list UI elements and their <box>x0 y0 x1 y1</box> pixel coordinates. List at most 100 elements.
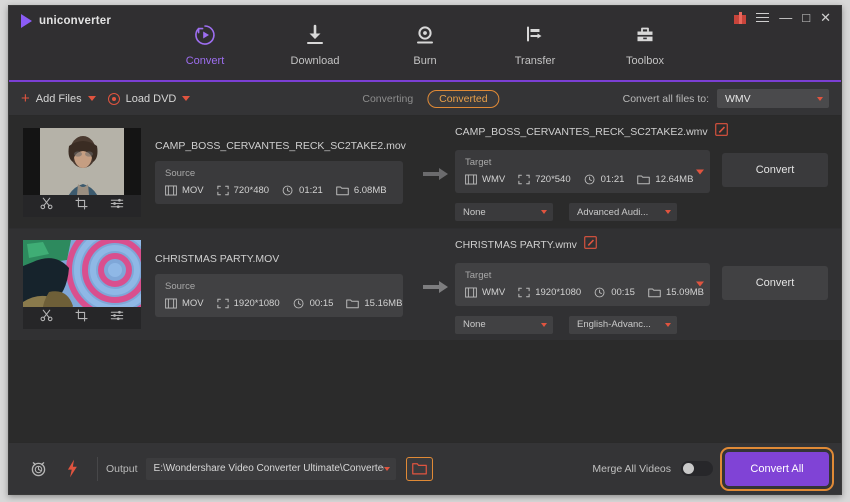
resolution-icon <box>216 185 229 196</box>
source-meta-card: Source MOV 1920*1080 00:15 15.16MB <box>155 273 403 317</box>
add-files-dropdown-caret-icon[interactable] <box>87 96 96 101</box>
trim-scissors-icon[interactable] <box>40 309 53 327</box>
nav-label-toolbox: Toolbox <box>626 55 664 67</box>
chevron-down-icon <box>665 322 671 327</box>
effects-sliders-icon[interactable] <box>110 197 124 215</box>
film-format-icon <box>165 297 177 309</box>
nav-item-convert[interactable]: Convert <box>168 22 242 95</box>
target-duration: 00:15 <box>594 287 635 298</box>
folder-icon <box>648 288 661 297</box>
edit-pencil-icon[interactable] <box>584 235 597 254</box>
merge-all-videos-control: Merge All Videos <box>592 461 713 476</box>
video-thumbnail[interactable] <box>23 127 141 217</box>
nav-label-convert: Convert <box>185 55 225 67</box>
chevron-down-icon <box>817 96 823 101</box>
audio-track-select-value: English-Advanc... <box>577 319 651 330</box>
nav-item-burn[interactable]: Burn <box>388 22 462 81</box>
divider <box>97 456 98 481</box>
source-block: CHRISTMAS PARTY.MOV Source MOV 1920*1080 <box>155 253 417 317</box>
add-files-button[interactable]: + Add Files <box>21 91 82 106</box>
resolution-icon <box>518 287 530 297</box>
arrow-right-icon <box>423 168 448 180</box>
row-selects: None Advanced Audi... <box>455 203 828 221</box>
output-path-select[interactable]: E:\Wondershare Video Converter Ultimate\… <box>145 457 396 480</box>
source-format: MOV <box>165 185 204 196</box>
crop-icon[interactable] <box>75 309 88 327</box>
tab-converted[interactable]: Converted <box>427 89 500 108</box>
subtitle-select[interactable]: None <box>455 315 553 334</box>
lightning-bolt-icon[interactable] <box>55 459 89 478</box>
clock-icon <box>584 174 595 185</box>
target-duration: 01:21 <box>584 174 625 185</box>
burn-icon <box>413 22 437 48</box>
resolution-icon <box>216 298 229 308</box>
convert-all-format-select[interactable]: WMV <box>717 89 829 108</box>
merge-all-videos-toggle[interactable] <box>681 461 713 476</box>
subtitle-select-value: None <box>463 319 486 330</box>
video-thumbnail[interactable] <box>23 240 141 329</box>
target-block: CAMP_BOSS_CERVANTES_RECK_SC2TAKE2.wmv Ta… <box>455 123 828 221</box>
row-selects: None English-Advanc... <box>455 315 828 334</box>
source-size: 15.16MB <box>346 298 402 309</box>
convert-button[interactable]: Convert <box>722 153 828 187</box>
crop-icon[interactable] <box>75 196 88 215</box>
table-row: CHRISTMAS PARTY.MOV Source MOV 1920*1080 <box>9 228 841 340</box>
load-dvd-dropdown-caret-icon[interactable] <box>182 96 191 101</box>
output-path-value: E:\Wondershare Video Converter Ultimate\… <box>153 463 384 474</box>
target-duration-value: 01:21 <box>600 174 625 185</box>
application-window: uniconverter — □ ✕ Convert Download Burn… <box>8 5 842 495</box>
subtitle-select-value: None <box>463 206 486 218</box>
target-format-dropdown-caret-icon[interactable] <box>696 281 704 287</box>
load-dvd-button[interactable]: Load DVD <box>107 92 176 105</box>
edit-pencil-icon[interactable] <box>714 123 728 141</box>
target-name-row: CAMP_BOSS_CERVANTES_RECK_SC2TAKE2.wmv <box>455 123 828 141</box>
target-title: Target <box>465 269 492 281</box>
target-meta-card: Target WMV 1920*1080 00:15 15.09MB <box>455 262 710 306</box>
source-resolution-value: 720*480 <box>233 185 270 196</box>
transfer-icon <box>523 22 547 48</box>
source-title: Source <box>165 168 196 179</box>
folder-icon <box>411 463 427 475</box>
target-size-value: 15.09MB <box>665 286 704 298</box>
convert-all-format-control: Convert all files to: WMV <box>623 89 829 108</box>
target-duration-value: 00:15 <box>611 286 635 298</box>
source-size-value: 6.08MB <box>353 185 387 196</box>
hamburger-menu-icon[interactable] <box>756 12 770 23</box>
effects-sliders-icon[interactable] <box>110 309 124 327</box>
target-main: Target WMV 1920*1080 00:15 15.09MB Conve… <box>455 262 828 306</box>
audio-track-select-value: Advanced Audi... <box>577 206 649 218</box>
source-size-value: 15.16MB <box>364 297 403 309</box>
audio-track-select[interactable]: English-Advanc... <box>569 315 677 334</box>
source-size: 6.08MB <box>336 185 387 196</box>
file-list: CAMP_BOSS_CERVANTES_RECK_SC2TAKE2.mov So… <box>9 116 841 442</box>
nav-label-burn: Burn <box>413 55 437 67</box>
target-format-value: WMV <box>482 286 506 298</box>
target-format-dropdown-caret-icon[interactable] <box>696 169 704 174</box>
folder-icon <box>346 299 360 308</box>
source-resolution: 720*480 <box>216 185 270 196</box>
clock-icon <box>282 185 293 196</box>
target-block: CHRISTMAS PARTY.wmv Target WMV 1920*1080… <box>455 235 828 334</box>
tab-converting[interactable]: Converting <box>350 90 425 108</box>
download-icon <box>303 22 327 48</box>
target-meta-row: WMV 720*540 01:21 12.64MB <box>465 174 700 185</box>
trim-scissors-icon[interactable] <box>40 197 53 215</box>
subtitle-select[interactable]: None <box>455 203 553 221</box>
source-file-name: CAMP_BOSS_CERVANTES_RECK_SC2TAKE2.mov <box>155 140 406 152</box>
audio-track-select[interactable]: Advanced Audi... <box>569 203 677 221</box>
output-label: Output <box>106 462 138 475</box>
convert-all-button[interactable]: Convert All <box>720 446 834 491</box>
nav-item-transfer[interactable]: Transfer <box>498 22 572 81</box>
source-duration-value: 01:21 <box>299 185 323 196</box>
nav-item-toolbox[interactable]: Toolbox <box>608 22 682 81</box>
status-tabs: Converting Converted <box>350 89 500 108</box>
alarm-clock-icon[interactable] <box>21 459 55 478</box>
conversion-arrow <box>417 280 455 294</box>
convert-all-files-to-label: Convert all files to: <box>622 92 709 105</box>
source-duration-value: 00:15 <box>309 297 334 309</box>
open-folder-button[interactable] <box>405 456 433 481</box>
source-meta-card: Source MOV 720*480 01:21 6.08MB <box>155 161 403 204</box>
convert-button[interactable]: Convert <box>722 265 828 300</box>
nav-item-download[interactable]: Download <box>278 22 352 81</box>
dvd-disc-icon <box>107 92 120 105</box>
